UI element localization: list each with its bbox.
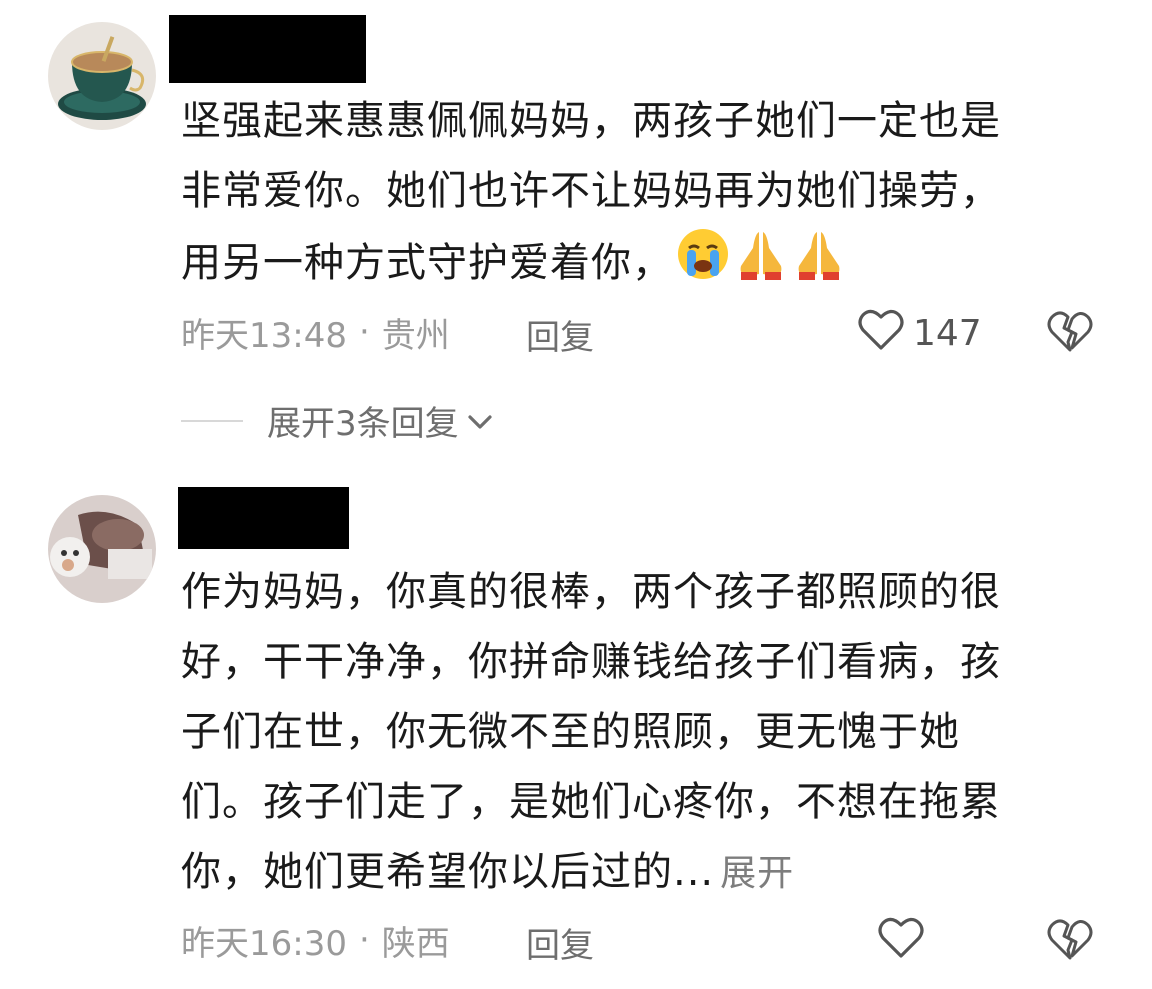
comment-meta: 昨天16:30 · 陕西 xyxy=(181,910,450,970)
comment-line: 你，她们更希望你以后过的... 展开 xyxy=(181,837,1091,909)
avatar[interactable] xyxy=(48,22,156,130)
redacted-username xyxy=(178,487,349,549)
loudly-crying-face-icon xyxy=(675,226,731,304)
comment-meta: 昨天13:48 · 贵州 xyxy=(181,302,450,362)
heart-icon xyxy=(857,306,905,361)
timestamp: 昨天16:30 xyxy=(181,923,347,964)
photo-avatar-image xyxy=(48,495,156,603)
reply-button[interactable]: 回复 xyxy=(526,918,594,967)
redacted-username xyxy=(169,15,366,83)
comment-line: 作为妈妈，你真的很棒，两个孩子都照顾的很 xyxy=(181,569,1001,615)
expand-text-link[interactable]: 展开 xyxy=(720,853,794,894)
comment-line: 们。孩子们走了，是她们心疼你，不想在拖累 xyxy=(181,779,1001,825)
comment-line: 好，干干净净，你拼命赚钱给孩子们看病，孩 xyxy=(181,639,1001,685)
chevron-down-icon xyxy=(467,401,493,441)
comment-line: 坚强起来惠惠佩佩妈妈，两孩子她们一定也是 xyxy=(181,98,1001,144)
avatar[interactable] xyxy=(48,495,156,603)
comment-text: 作为妈妈，你真的很棒，两个孩子都照顾的很 好，干干净净，你拼命赚钱给孩子们看病，… xyxy=(181,557,1091,909)
divider xyxy=(181,419,243,422)
folded-hands-icon xyxy=(791,226,847,304)
location: 陕西 xyxy=(381,923,450,964)
comment-line: 非常爱你。她们也许不让妈妈再为她们操劳， xyxy=(181,168,1001,214)
separator: · xyxy=(358,920,370,960)
comment-line: 用另一种方式守护爱着你， xyxy=(181,226,1091,304)
comment-line-text: 用另一种方式守护爱着你， xyxy=(181,240,673,286)
expand-replies[interactable]: 展开3条回复 xyxy=(181,396,493,445)
folded-hands-icon xyxy=(733,226,789,304)
separator: · xyxy=(358,312,370,352)
heart-icon xyxy=(877,914,925,969)
expand-replies-label: 展开3条回复 xyxy=(267,404,459,444)
location: 贵州 xyxy=(381,315,450,356)
comment-line: 子们在世，你无微不至的照顾，更无愧于她 xyxy=(181,709,960,755)
comment-text: 坚强起来惠惠佩佩妈妈，两孩子她们一定也是 非常爱你。她们也许不让妈妈再为她们操劳… xyxy=(181,86,1091,304)
comment-line-text: 你，她们更希望你以后过的... xyxy=(181,849,715,895)
like-button[interactable] xyxy=(877,914,933,969)
broken-heart-icon[interactable] xyxy=(1046,916,1094,966)
reply-button[interactable]: 回复 xyxy=(526,310,594,359)
like-count: 147 xyxy=(913,313,982,354)
coffee-cup-avatar-image xyxy=(48,22,156,130)
like-button[interactable]: 147 xyxy=(857,306,982,361)
timestamp: 昨天13:48 xyxy=(181,315,347,356)
broken-heart-icon[interactable] xyxy=(1046,308,1094,358)
